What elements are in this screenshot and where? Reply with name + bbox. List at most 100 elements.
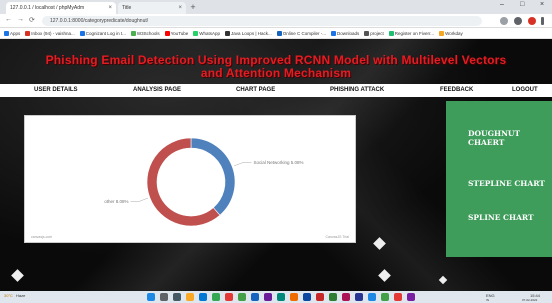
app-icon[interactable] xyxy=(225,293,233,301)
bookmark-item[interactable]: Cognizant Log in t... xyxy=(79,30,126,36)
edge-icon[interactable] xyxy=(199,293,207,301)
app-icon[interactable] xyxy=(264,293,272,301)
doughnut-chart: Social Networking 5.08% other 8.08% xyxy=(104,137,303,227)
doughnut-chart-link[interactable]: DOUGHNUT CHAERT xyxy=(468,129,528,147)
slice-leader-line xyxy=(130,197,149,202)
bookmark-label: Java Loops | Hack... xyxy=(231,30,272,36)
bookmark-label: Downloads xyxy=(337,30,360,36)
bookmark-label: Register on Fiverr... xyxy=(394,30,435,36)
bookmark-item[interactable]: Downloads xyxy=(331,30,360,36)
profile-avatar[interactable] xyxy=(528,17,536,25)
app-icon[interactable] xyxy=(355,293,363,301)
nav-feedback[interactable]: FEEDBACK xyxy=(440,87,473,93)
nav-phishing-attack[interactable]: PHISHING ATTACK xyxy=(330,87,384,93)
nav-chart-page[interactable]: CHART PAGE xyxy=(236,87,275,93)
bookmark-label: WhatsApp xyxy=(199,30,221,36)
bookmark-icon xyxy=(364,30,370,36)
close-icon[interactable]: × xyxy=(108,5,112,11)
app-icon[interactable] xyxy=(251,293,259,301)
doughnut-chart-card: Social Networking 5.08% other 8.08% canva… xyxy=(24,115,356,243)
bookmark-label: project xyxy=(370,30,384,36)
maximize-button[interactable]: □ xyxy=(520,1,524,8)
app-icon[interactable] xyxy=(329,293,337,301)
decorative-diamond xyxy=(378,269,391,282)
vscode-icon[interactable] xyxy=(368,293,376,301)
chart-credit: canvasjs.com xyxy=(31,235,53,239)
app-icon[interactable] xyxy=(316,293,324,301)
bookmark-icon xyxy=(25,30,31,36)
file-explorer-icon[interactable] xyxy=(186,293,194,301)
bookmark-label: Cognizant Log in t... xyxy=(85,30,126,36)
chart-type-panel: DOUGHNUT CHAERT STEPLINE CHART SPLINE CH… xyxy=(446,101,552,257)
bookmark-icon xyxy=(331,30,337,36)
bookmark-item[interactable]: Inbox (94) - vaishna... xyxy=(25,30,75,36)
reload-button[interactable]: ⟳ xyxy=(29,16,35,24)
page-title: Phishing Email Detection Using Improved … xyxy=(45,53,507,67)
bookmark-item[interactable]: Online C Compiler -... xyxy=(276,30,327,36)
browser-tab-bar: 127.0.0.1 / localhost / phpMyAdm × Title… xyxy=(0,0,552,14)
nav-user-details[interactable]: USER DETAILS xyxy=(34,87,78,93)
task-view-icon[interactable] xyxy=(173,293,181,301)
forward-button[interactable]: → xyxy=(17,16,24,23)
bookmark-label: Workday xyxy=(445,30,463,36)
bookmark-icon xyxy=(193,30,199,36)
bookmarks-bar: Apps Inbox (94) - vaishna... Cognizant Log… xyxy=(0,28,552,39)
close-icon[interactable]: × xyxy=(178,5,182,11)
bookmark-label: YouTube xyxy=(170,30,189,36)
bookmark-icon xyxy=(439,30,445,36)
chrome-icon[interactable] xyxy=(212,293,220,301)
bookmark-icon xyxy=(276,30,282,36)
app-icon[interactable] xyxy=(290,293,298,301)
bookmark-item[interactable]: project xyxy=(364,30,384,36)
close-window-button[interactable]: × xyxy=(540,1,544,8)
app-icon[interactable] xyxy=(303,293,311,301)
stepline-chart-link[interactable]: STEPLINE CHART xyxy=(468,179,545,188)
bookmark-label: Online C Compiler -... xyxy=(282,30,327,36)
windows-taskbar: 30°C Haze ENG IN 15:44 07-02-2022 xyxy=(0,291,552,303)
windows-start-icon[interactable] xyxy=(147,293,155,301)
bookmark-item[interactable]: YouTube xyxy=(164,30,189,36)
bookmark-item[interactable]: Register on Fiverr... xyxy=(388,30,435,36)
app-icon[interactable] xyxy=(381,293,389,301)
decorative-diamond xyxy=(373,237,386,250)
search-icon[interactable] xyxy=(160,293,168,301)
browser-tab-title[interactable]: Title × xyxy=(118,2,186,14)
menu-icon[interactable] xyxy=(541,17,544,25)
address-bar-row: ← → ⟳ 127.0.0.1:8000/categorypredicate/d… xyxy=(0,14,552,28)
bookmark-item[interactable]: W3Schools xyxy=(130,30,160,36)
bookmark-icon xyxy=(79,30,85,36)
app-icon[interactable] xyxy=(277,293,285,301)
chart-trial-label: CanvasJS Trial xyxy=(325,235,349,239)
bookmark-item[interactable]: Workday xyxy=(439,30,463,36)
browser-tab-phpmyadmin[interactable]: 127.0.0.1 / localhost / phpMyAdm × xyxy=(6,2,116,14)
page-title-line2: and Attention Mechanism xyxy=(200,66,352,80)
new-tab-button[interactable]: + xyxy=(188,3,198,13)
bookmark-icon xyxy=(164,30,170,36)
bookmark-item[interactable]: Apps xyxy=(4,30,21,36)
bookmark-icon xyxy=(130,30,136,36)
app-icon[interactable] xyxy=(394,293,402,301)
doughnut-slice-social-networking[interactable] xyxy=(190,137,236,216)
spline-chart-link[interactable]: SPLINE CHART xyxy=(468,213,534,222)
bookmark-label: Inbox (94) - vaishna... xyxy=(31,30,75,36)
weather-temp[interactable]: 30°C xyxy=(4,293,13,298)
nav-analysis-page[interactable]: ANALYSIS PAGE xyxy=(133,87,181,93)
decorative-diamond xyxy=(438,275,448,285)
bookmark-item[interactable]: Java Loops | Hack... xyxy=(225,30,272,36)
back-button[interactable]: ← xyxy=(5,16,12,23)
url-field[interactable]: 127.0.0.1:8000/categorypredicate/doughnu… xyxy=(42,16,482,26)
app-icon[interactable] xyxy=(238,293,246,301)
tab-label: 127.0.0.1 / localhost / phpMyAdm xyxy=(10,5,85,11)
hero-banner: Phishing Email Detection Using Improved … xyxy=(0,39,552,83)
region-indicator: IN xyxy=(486,298,489,302)
slice-leader-line xyxy=(233,162,252,167)
puzzle-icon[interactable] xyxy=(514,17,522,25)
bookmark-label: Apps xyxy=(10,30,21,36)
extension-icon[interactable] xyxy=(500,17,508,25)
bookmark-item[interactable]: WhatsApp xyxy=(193,30,221,36)
slice-label: Social Networking 5.08% xyxy=(253,160,303,165)
minimize-button[interactable]: – xyxy=(500,1,504,8)
nav-logout[interactable]: LOGOUT xyxy=(512,87,538,93)
app-icon[interactable] xyxy=(342,293,350,301)
app-icon[interactable] xyxy=(407,293,415,301)
